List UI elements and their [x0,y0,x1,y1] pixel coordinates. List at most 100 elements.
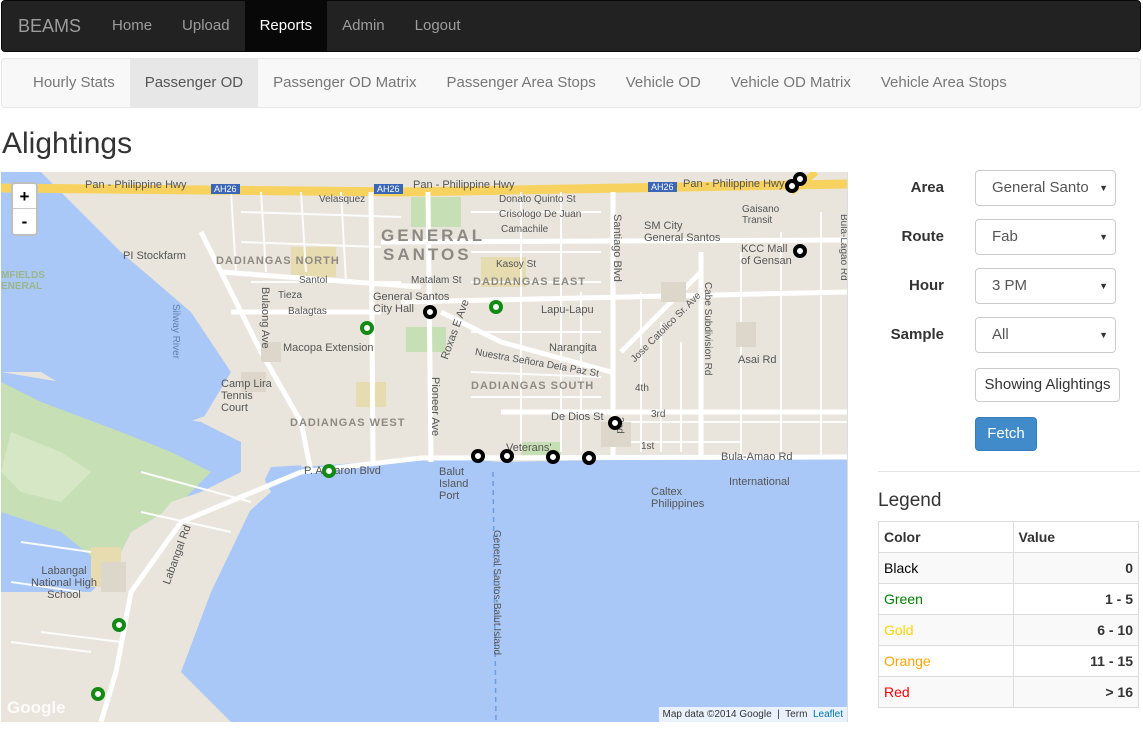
legend-value: 6 - 10 [1012,614,1140,646]
map-label: Asai Rd [738,354,777,366]
legend-color-name: Gold [878,614,1014,646]
area-form-row: Area General Santo ▼ [878,170,1118,206]
legend-value: 11 - 15 [1012,645,1140,677]
legend-value: 0 [1012,552,1140,584]
map-label: PI Stockfarm [123,250,186,262]
legend-row: Orange 11 - 15 [878,645,1140,677]
sample-select[interactable]: All ▼ [975,317,1116,353]
map-label: Crisologo De Juan [499,209,582,220]
map-label: Narangita [549,342,597,354]
route-label: Route [901,228,945,245]
map-view[interactable]: Pan - Philippine Hwy Pan - Philippine Hw… [1,172,848,722]
hour-select[interactable]: 3 PM ▼ [975,268,1116,304]
stop-marker-black[interactable] [471,449,485,463]
nav-admin[interactable]: Admin [327,1,400,51]
map-label: 1st [641,441,655,452]
stop-marker-black[interactable] [608,416,622,430]
tab-passenger-area-stops[interactable]: Passenger Area Stops [431,59,610,107]
map-label: Bula-Amao Rd [721,451,793,463]
toggle-alightings-button[interactable]: Showing Alightings [975,368,1120,402]
fetch-button[interactable]: Fetch [975,417,1037,451]
map-label: Velasquez [319,194,366,205]
map-label: Pioneer Ave [429,377,441,437]
tab-vehicle-od[interactable]: Vehicle OD [611,59,716,107]
map-label: AH26 [211,184,240,194]
legend-row: Green 1 - 5 [878,583,1140,615]
legend-color-name: Green [878,583,1014,615]
legend-header-color: Color [878,521,1014,553]
legend-value: 1 - 5 [1012,583,1140,615]
stop-marker-black[interactable] [582,451,596,465]
map-label: Balut Island Port [439,466,469,502]
tab-passenger-od-matrix[interactable]: Passenger OD Matrix [258,59,431,107]
map-label: Silway River [170,304,181,360]
map-label: Camachile [501,224,549,235]
legend-color-name: Red [878,676,1014,708]
map-label: General Santos-Balut Island [491,530,502,656]
area-select-value: General Santo [992,179,1089,196]
chevron-down-icon: ▼ [1099,281,1108,291]
nav-home[interactable]: Home [97,1,167,51]
sample-label: Sample [890,326,944,343]
map-label: De Dios St [551,411,604,423]
chevron-down-icon: ▼ [1099,183,1108,193]
stop-marker-black[interactable] [546,450,560,464]
stop-marker-black[interactable] [423,305,437,319]
brand-logo[interactable]: BEAMS [2,1,97,51]
map-data-text: Map data ©2014 Google [662,709,772,720]
zoom-out-button[interactable]: - [13,209,36,234]
map-label: Tieza [278,290,303,301]
map-label: Donato Quinto St [499,194,576,205]
stop-marker-green[interactable] [91,687,105,701]
leaflet-link[interactable]: Leaflet [813,709,843,720]
divider [878,471,1140,472]
map-label: Gaisano Transit [742,204,780,226]
map-label: Matalam St [411,275,462,286]
map-label: Santol [299,275,328,286]
map-zoom-control: + - [11,182,38,236]
terms-link[interactable]: Term [785,709,807,720]
stop-marker-black[interactable] [793,244,807,258]
legend-header-row: Color Value [878,521,1140,553]
stop-marker-green[interactable] [360,321,374,335]
map-label: Pan - Philippine Hwy [413,179,515,191]
tab-vehicle-od-matrix[interactable]: Vehicle OD Matrix [716,59,866,107]
map-label: SANTOS [383,245,472,264]
google-logo: Google [7,698,66,717]
map-label: 3rd [651,409,666,420]
map-label: Bula-Lagao Rd [838,214,848,281]
tab-passenger-od[interactable]: Passenger OD [129,59,259,107]
stop-marker-green[interactable] [322,464,336,478]
map-label: Labangal National High School [30,565,98,601]
stop-marker-black[interactable] [500,449,514,463]
area-select[interactable]: General Santo ▼ [975,170,1116,206]
map-label: Cabe Subdivision Rd [702,282,713,376]
legend-row: Red > 16 [878,676,1140,708]
tab-vehicle-area-stops[interactable]: Vehicle Area Stops [866,59,1022,107]
hour-form-row: Hour 3 PM ▼ [878,268,1118,304]
chevron-down-icon: ▼ [1099,330,1108,340]
route-select[interactable]: Fab ▼ [975,219,1116,255]
tab-hourly-stats[interactable]: Hourly Stats [18,59,130,107]
sample-form-row: Sample All ▼ [878,317,1118,353]
chevron-down-icon: ▼ [1099,232,1108,242]
nav-logout[interactable]: Logout [400,1,476,51]
hour-select-value: 3 PM [992,277,1028,294]
stop-marker-green[interactable] [112,618,126,632]
legend-value: > 16 [1012,676,1140,708]
nav-reports[interactable]: Reports [244,1,328,51]
area-label: Area [910,179,944,196]
legend-header-value: Value [1012,521,1140,553]
map-label: Camp Lira Tennis Court [221,378,272,414]
map-label: Bulaong Ave [259,287,271,349]
route-form-row: Route Fab ▼ [878,219,1118,255]
stop-marker-black[interactable] [793,172,807,186]
map-attribution: Map data ©2014 Google | Term Leaflet [658,707,847,722]
map-label: AH26 [648,182,677,192]
route-select-value: Fab [992,228,1018,245]
stop-marker-green[interactable] [489,300,503,314]
report-subnav: Hourly Stats Passenger OD Passenger OD M… [1,58,1141,108]
nav-upload[interactable]: Upload [167,1,245,51]
map-label: Caltex Philippines [651,486,705,510]
zoom-in-button[interactable]: + [13,184,36,209]
